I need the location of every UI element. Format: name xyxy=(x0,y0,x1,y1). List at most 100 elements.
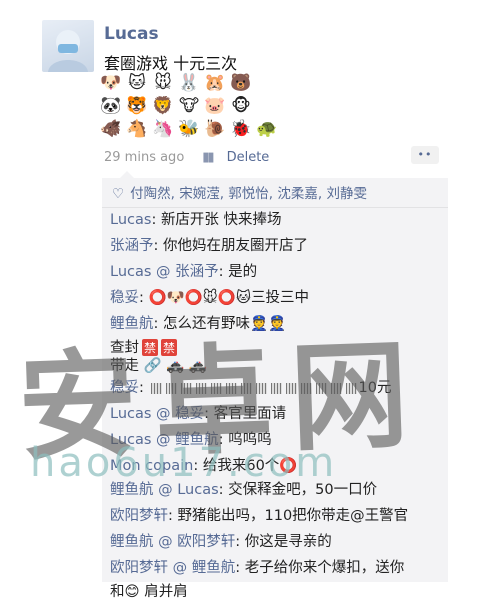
comment-reply-to[interactable]: 鲤鱼航 xyxy=(192,560,236,576)
comment-text: ⭕🐶⭕🐭⭕🐱三投三中 xyxy=(148,290,309,306)
reply-separator: @ xyxy=(151,406,176,422)
colon: : xyxy=(153,238,163,254)
avatar[interactable] xyxy=(42,20,94,72)
emoji-icon: 🐌 xyxy=(204,119,226,139)
emoji-icon: 🦄 xyxy=(152,119,174,139)
comment-author[interactable]: Lucas xyxy=(110,432,151,448)
emoji-icon: 🐮 xyxy=(178,96,200,116)
comment-reply-to[interactable]: 鲤鱼航 xyxy=(175,432,219,448)
comment-reply-to[interactable]: 稳妥 xyxy=(175,406,204,422)
comment-row[interactable]: 张涵予: 你他妈在朋友圈开店了 xyxy=(110,234,308,255)
censored-mark xyxy=(165,382,177,394)
comment-row[interactable]: Lucas: 新店开张 快来捧场 xyxy=(110,208,282,229)
emoji-row: 🐼 🐯 🦁 🐮 🐷 🐵 xyxy=(100,95,300,118)
comment-text: 和😊 肩并肩 xyxy=(110,584,188,600)
emoji-icon: 🐰 xyxy=(178,73,200,93)
comment-row[interactable]: 欧阳梦轩 @ 鲤鱼航: 老子给你来个爆扣，送你 xyxy=(110,556,404,577)
comment-author[interactable]: 欧阳梦轩 xyxy=(110,560,168,576)
censored-mark xyxy=(240,382,252,394)
comment-text: 野猪能出吗，110把你带走@王警官 xyxy=(177,508,409,524)
post-author[interactable]: Lucas xyxy=(104,24,159,44)
censored-mark xyxy=(345,382,357,394)
comment-author[interactable]: 鲤鱼航 xyxy=(110,534,154,550)
comment-section: ♡ 付陶然, 宋婉滢, 郭悦怡, 沈柔嘉, 刘静雯 Lucas: 新店开张 快来捧… xyxy=(102,171,448,600)
post-text: 套圈游戏 十元三次 xyxy=(104,54,238,73)
censored-mark xyxy=(180,382,192,394)
censored-mark xyxy=(255,382,267,394)
people-icon[interactable]: ▮▮ xyxy=(202,150,214,165)
colon: : xyxy=(218,432,229,448)
comment-text: 怎么还有野味👮👮 xyxy=(163,316,287,332)
comment-row[interactable]: Mon copain: 给我来60个⭕ xyxy=(110,454,297,475)
comment-author[interactable]: 稳妥 xyxy=(110,290,139,306)
censored-mark xyxy=(285,382,297,394)
comment-reply-to[interactable]: 欧阳梦轩 xyxy=(177,534,235,550)
more-button[interactable]: •• xyxy=(411,146,439,164)
emoji-icon: 🐻 xyxy=(230,73,252,93)
reply-separator: @ xyxy=(153,534,178,550)
comment-row[interactable]: 欧阳梦轩: 野猪能出吗，110把你带走@王警官 xyxy=(110,504,408,525)
delete-button[interactable]: Delete xyxy=(227,150,270,165)
emoji-icon: 🐞 xyxy=(230,119,252,139)
censored-mark xyxy=(315,382,327,394)
moments-post: Lucas 套圈游戏 十元三次 🐶 🐱 🐭 🐰 🐹 🐻 🐼 🐯 🦁 🐮 🐷 🐵 🐗 🐴 🦄 🐝 🐌 🐞 🐢 29 m… xyxy=(0,0,496,600)
censored-mark xyxy=(150,382,162,394)
colon: : xyxy=(218,482,229,498)
comment-reply-to[interactable]: 张涵予 xyxy=(175,264,219,280)
censored-mark xyxy=(300,382,312,394)
censored-mark xyxy=(330,382,342,394)
comment-text: 老子给你来个爆扣，送你 xyxy=(244,560,405,576)
likes-row: ♡ 付陶然, 宋婉滢, 郭悦怡, 沈柔嘉, 刘静雯 xyxy=(112,182,367,202)
comment-author[interactable]: 鲤鱼航 xyxy=(110,482,154,498)
comment-row[interactable]: 鲤鱼航: 怎么还有野味👮👮 xyxy=(110,312,286,333)
comment-row[interactable]: 鲤鱼航 @ 欧阳梦轩: 你这是寻亲的 xyxy=(110,530,332,551)
comment-text: 客官里面请 xyxy=(213,406,287,422)
post-time: 29 mins ago xyxy=(104,150,185,165)
colon: : xyxy=(235,560,245,576)
post-meta: 29 mins ago ▮▮ Delete xyxy=(104,150,269,165)
emoji-icon: 🐱 xyxy=(128,73,146,93)
censored-mark xyxy=(210,382,222,394)
reply-separator: @ xyxy=(153,482,178,498)
comment-author[interactable]: Lucas xyxy=(110,212,151,228)
colon: : xyxy=(139,380,149,396)
comment-author[interactable]: 张涵予 xyxy=(110,238,154,254)
emoji-icon: 🐶 xyxy=(100,73,122,93)
comment-row[interactable]: Lucas @ 张涵予: 是的 xyxy=(110,260,257,281)
comment-author[interactable]: Mon copain xyxy=(110,458,193,474)
reply-separator: @ xyxy=(168,560,192,576)
colon: : xyxy=(204,406,214,422)
comment-reply-to[interactable]: Lucas xyxy=(177,482,218,498)
comment-row[interactable]: 带走 🔗 🚓 🚓 xyxy=(110,354,207,375)
likes-names[interactable]: 付陶然, 宋婉滢, 郭悦怡, 沈柔嘉, 刘静雯 xyxy=(130,186,367,202)
reply-separator: @ xyxy=(151,264,176,280)
comment-text: 你他妈在朋友圈开店了 xyxy=(163,238,308,254)
comment-author[interactable]: 欧阳梦轩 xyxy=(110,508,168,524)
comment-text: 带走 🔗 🚓 🚓 xyxy=(110,358,207,374)
reply-separator: @ xyxy=(151,432,176,448)
comment-author[interactable]: Lucas xyxy=(110,406,151,422)
emoji-icon: 🐗 xyxy=(100,119,122,139)
colon: : xyxy=(235,534,245,550)
comment-row[interactable]: Lucas @ 鲤鱼航: 呜呜呜 xyxy=(110,428,272,449)
comment-row[interactable]: Lucas @ 稳妥: 客官里面请 xyxy=(110,402,286,423)
comment-text: 新店开张 快来捧场 xyxy=(160,212,282,228)
emoji-icon: 🐯 xyxy=(126,96,148,116)
emoji-grid: 🐶 🐱 🐭 🐰 🐹 🐻 🐼 🐯 🦁 🐮 🐷 🐵 🐗 🐴 🦄 🐝 🐌 🐞 🐢 xyxy=(100,72,300,141)
emoji-icon: 🐭 xyxy=(154,73,172,93)
comment-text: 呜呜呜 xyxy=(228,432,272,448)
emoji-icon: 🐢 xyxy=(256,119,278,139)
comment-row[interactable]: 稳妥: ⭕🐶⭕🐭⭕🐱三投三中 xyxy=(110,286,309,307)
comment-text: 10元 xyxy=(358,380,392,396)
colon: : xyxy=(168,508,178,524)
heart-icon: ♡ xyxy=(112,186,125,202)
comment-author[interactable]: 稳妥 xyxy=(110,380,139,396)
comment-author[interactable]: 鲤鱼航 xyxy=(110,316,154,332)
emoji-icon: 🐵 xyxy=(231,96,251,116)
comment-author[interactable]: Lucas xyxy=(110,264,151,280)
comment-row[interactable]: 和😊 肩并肩 xyxy=(110,580,188,601)
comment-row[interactable]: 鲤鱼航 @ Lucas: 交保释金吧，50一口价 xyxy=(110,478,377,499)
comment-row[interactable]: 稳妥: 10元 xyxy=(110,376,391,397)
emoji-icon: 🐴 xyxy=(126,119,148,139)
censored-mark xyxy=(195,382,207,394)
